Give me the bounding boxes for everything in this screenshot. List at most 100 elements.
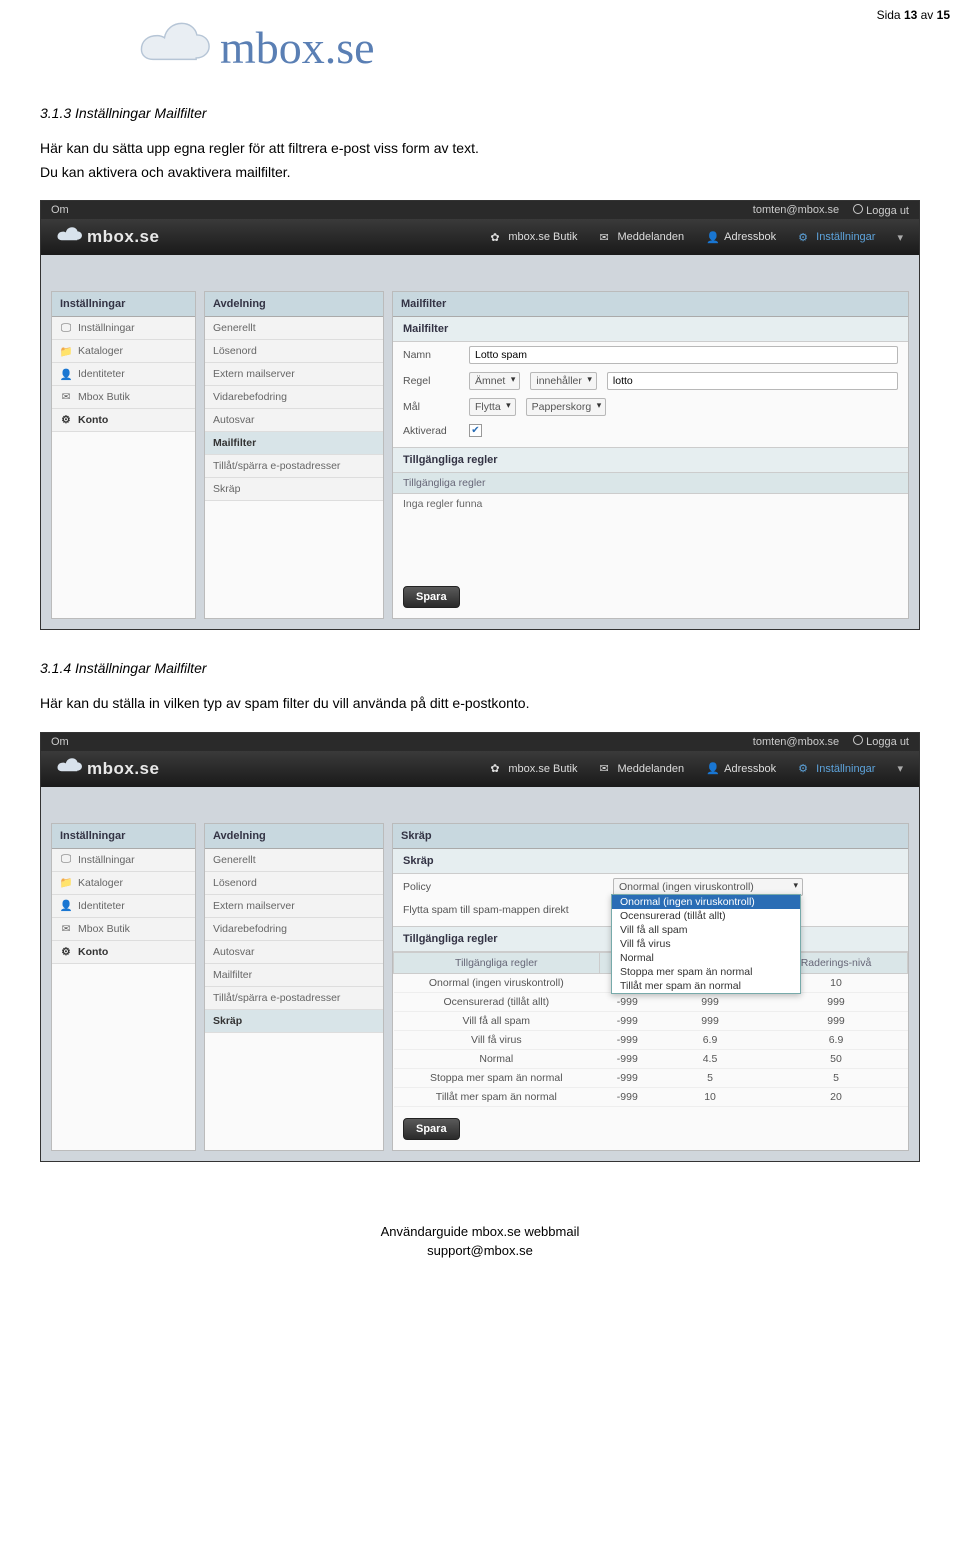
policy-dropdown[interactable]: Onormal (ingen viruskontroll) Ocensurera… <box>611 894 801 994</box>
dept-tillat[interactable]: Tillåt/spärra e-postadresser <box>205 987 383 1010</box>
section-314-title: 3.1.4 Inställningar Mailfilter <box>40 660 920 676</box>
table-cell: 6.9 <box>656 1030 765 1049</box>
dept-extern[interactable]: Extern mailserver <box>205 363 383 386</box>
skrap-subhead: Skräp <box>393 849 908 874</box>
policy-label: Policy <box>403 881 603 893</box>
nav-settings[interactable]: ⚙Inställningar <box>798 231 875 244</box>
footer: Användarguide mbox.se webbmail support@m… <box>40 1222 920 1261</box>
left-panel-header: Inställningar <box>52 824 195 849</box>
nav-messages[interactable]: ✉Meddelanden <box>599 762 684 775</box>
footer-line1: Användarguide mbox.se webbmail <box>40 1222 920 1242</box>
save-button[interactable]: Spara <box>403 586 460 608</box>
sidebar-item-kataloger[interactable]: 📁Kataloger <box>52 340 195 363</box>
sidebar-item-kataloger[interactable]: 📁Kataloger <box>52 872 195 895</box>
policy-option[interactable]: Vill få all spam <box>612 923 800 937</box>
policy-option[interactable]: Ocensurerad (tillåt allt) <box>612 909 800 923</box>
dept-mailfilter[interactable]: Mailfilter <box>205 964 383 987</box>
nav-logo[interactable]: mbox.se <box>57 226 159 249</box>
table-cell: 999 <box>765 1011 908 1030</box>
avail-rules-col: Tillgängliga regler <box>393 473 908 494</box>
name-input[interactable] <box>469 346 898 364</box>
nav-addressbook[interactable]: 👤Adressbok <box>706 231 776 244</box>
save-button[interactable]: Spara <box>403 1118 460 1140</box>
table-cell: -999 <box>599 992 655 1011</box>
about-link[interactable]: Om <box>51 204 69 216</box>
left-panel-header: Inställningar <box>52 292 195 317</box>
sidebar-item-konto[interactable]: ⚙Konto <box>52 409 195 432</box>
nav-settings[interactable]: ⚙Inställningar <box>798 762 875 775</box>
sidebar-item-butik[interactable]: ✉Mbox Butik <box>52 386 195 409</box>
logout-link[interactable]: Logga ut <box>853 735 909 748</box>
rule-label: Regel <box>403 375 459 387</box>
brand-text: mbox.se <box>220 21 375 74</box>
mail-icon: ✉ <box>599 231 612 244</box>
dept-losenord[interactable]: Lösenord <box>205 340 383 363</box>
dept-extern[interactable]: Extern mailserver <box>205 895 383 918</box>
mail-icon: ✉ <box>599 762 612 775</box>
monitor-icon: 🖵 <box>60 322 72 334</box>
policy-option[interactable]: Onormal (ingen viruskontroll) <box>612 895 800 909</box>
dept-autosvar[interactable]: Autosvar <box>205 409 383 432</box>
dept-losenord[interactable]: Lösenord <box>205 872 383 895</box>
table-cell: 999 <box>765 992 908 1011</box>
rule-subject-select[interactable]: Ämnet <box>469 372 520 390</box>
dropdown-caret-icon[interactable]: ▾ <box>897 231 903 244</box>
rule-op-select[interactable]: innehåller <box>530 372 597 390</box>
nav-logo[interactable]: mbox.se <box>57 757 159 780</box>
mid-panel-header: Avdelning <box>205 824 383 849</box>
mid-panel-header: Avdelning <box>205 292 383 317</box>
dept-vidare[interactable]: Vidarebefodring <box>205 386 383 409</box>
table-cell: Stoppa mer spam än normal <box>394 1068 600 1087</box>
cloud-icon <box>57 757 83 780</box>
rule-value-input[interactable] <box>607 372 898 390</box>
dept-generellt[interactable]: Generellt <box>205 317 383 340</box>
about-link[interactable]: Om <box>51 736 69 748</box>
dept-skrap[interactable]: Skräp <box>205 1010 383 1033</box>
section-313-title: 3.1.3 Inställningar Mailfilter <box>40 105 920 121</box>
cloud-icon <box>57 226 83 249</box>
screenshot-mailfilter: Om tomten@mbox.se Logga ut mbox.se ✿mbox… <box>40 200 920 630</box>
policy-option[interactable]: Tillåt mer spam än normal <box>612 979 800 993</box>
name-label: Namn <box>403 349 459 361</box>
table-row: Stoppa mer spam än normal-99955 <box>394 1068 908 1087</box>
sidebar-item-installningar[interactable]: 🖵Inställningar <box>52 317 195 340</box>
target-folder-select[interactable]: Papperskorg <box>526 398 607 416</box>
nav-messages[interactable]: ✉Meddelanden <box>599 231 684 244</box>
activated-checkbox[interactable]: ✔ <box>469 424 482 437</box>
nav-addressbook[interactable]: 👤Adressbok <box>706 762 776 775</box>
policy-option[interactable]: Vill få virus <box>612 937 800 951</box>
table-cell: Tillåt mer spam än normal <box>394 1087 600 1106</box>
dept-mailfilter[interactable]: Mailfilter <box>205 432 383 455</box>
person-icon: 👤 <box>60 900 72 912</box>
table-cell: -999 <box>599 1011 655 1030</box>
nav-butik[interactable]: ✿mbox.se Butik <box>490 762 577 775</box>
policy-option[interactable]: Normal <box>612 951 800 965</box>
table-row: Vill få virus-9996.96.9 <box>394 1030 908 1049</box>
mailfilter-header: Mailfilter <box>393 292 908 317</box>
dropdown-caret-icon[interactable]: ▾ <box>897 762 903 775</box>
sidebar-item-konto[interactable]: ⚙Konto <box>52 941 195 964</box>
page-number: Sida 13 av 15 <box>877 8 950 22</box>
dept-autosvar[interactable]: Autosvar <box>205 941 383 964</box>
user-email: tomten@mbox.se <box>753 736 839 748</box>
nav-butik[interactable]: ✿mbox.se Butik <box>490 231 577 244</box>
monitor-icon: 🖵 <box>60 854 72 866</box>
target-action-select[interactable]: Flytta <box>469 398 516 416</box>
policy-option[interactable]: Stoppa mer spam än normal <box>612 965 800 979</box>
sidebar-item-identiteter[interactable]: 👤Identiteter <box>52 895 195 918</box>
skrap-header: Skräp <box>393 824 908 849</box>
dept-tillat[interactable]: Tillåt/spärra e-postadresser <box>205 455 383 478</box>
dept-generellt[interactable]: Generellt <box>205 849 383 872</box>
activated-label: Aktiverad <box>403 425 459 437</box>
sidebar-item-installningar[interactable]: 🖵Inställningar <box>52 849 195 872</box>
dept-vidare[interactable]: Vidarebefodring <box>205 918 383 941</box>
cloud-icon <box>140 20 212 75</box>
logout-link[interactable]: Logga ut <box>853 204 909 217</box>
table-cell: Normal <box>394 1049 600 1068</box>
gear-icon: ⚙ <box>60 946 72 958</box>
sidebar-item-butik[interactable]: ✉Mbox Butik <box>52 918 195 941</box>
gear-icon: ⚙ <box>60 414 72 426</box>
dept-skrap[interactable]: Skräp <box>205 478 383 501</box>
sidebar-item-identiteter[interactable]: 👤Identiteter <box>52 363 195 386</box>
table-cell: -999 <box>599 1030 655 1049</box>
